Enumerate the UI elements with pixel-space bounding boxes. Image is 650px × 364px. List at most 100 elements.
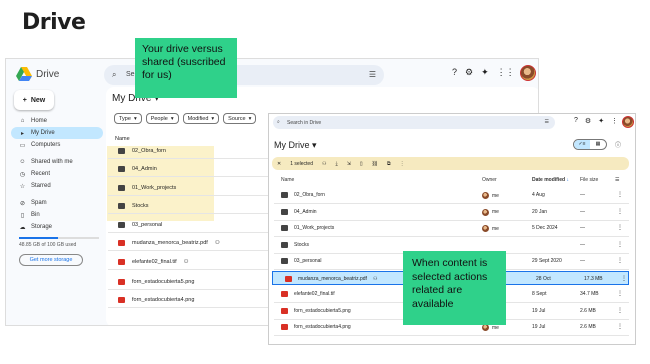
more-icon[interactable]: ⋮ [617, 224, 623, 231]
table-row[interactable]: Stocks — ⋮ [269, 238, 635, 252]
sidebar-item-my-drive[interactable]: ▸ My Drive [11, 127, 103, 139]
file-name: 04_Admin [294, 208, 317, 215]
sidebar-item-computers[interactable]: ▭ Computers [11, 139, 103, 151]
table-row[interactable]: 04_Admin me 20 Jan — ⋮ [269, 205, 635, 219]
list-item[interactable]: 02_Obra_forn [118, 146, 166, 156]
more-icon[interactable]: ⋮ [617, 208, 623, 215]
sidebar-item-label: Starred [31, 183, 51, 189]
filter-people[interactable]: People ▾ [145, 113, 179, 124]
settings-icon[interactable]: ⚙ [585, 117, 591, 125]
shared-folder-icon [281, 241, 288, 248]
help-icon[interactable]: ? [452, 67, 457, 78]
header-size[interactable]: File size [580, 177, 598, 183]
selected-count: 1 selected [290, 160, 313, 167]
header-date[interactable]: Date modified ↓ [532, 177, 569, 183]
sidebar-item-label: Bin [31, 212, 40, 218]
more-icon[interactable]: ⋮ [617, 191, 623, 198]
bin-icon: ▯ [20, 212, 25, 219]
share-icon[interactable]: ⚇ [322, 161, 326, 167]
row-name: mudanza_menorca_beatriz.pdf ⚇ [285, 275, 377, 282]
more-icon[interactable]: ⋮ [617, 307, 623, 314]
selection-toolbar: ✕ 1 selected ⚇ ⤓ ⇲ ▯ ⛓ ⧉ ⋮ [272, 157, 629, 170]
home-icon: ⌂ [20, 118, 25, 124]
close-icon[interactable]: ✕ [277, 161, 281, 167]
apps-icon[interactable]: ⋮ [611, 117, 618, 125]
column-header-name[interactable]: Name [115, 136, 130, 142]
info-icon[interactable]: ⓘ [615, 140, 621, 149]
table-row[interactable]: 01_Work_projects me 5 Dec 2024 — ⋮ [269, 221, 635, 235]
sidebar-item-recent[interactable]: ◷ Recent [11, 168, 103, 180]
row-date: 29 Sept 2020 [532, 258, 562, 264]
more-icon[interactable]: ⋮ [621, 275, 627, 282]
download-icon[interactable]: ⤓ [335, 161, 337, 167]
list-item[interactable]: 03_personal [118, 220, 162, 230]
gemini-icon[interactable]: ✦ [481, 67, 489, 78]
list-item[interactable]: elefante02_final.tif ⚇ [118, 257, 189, 267]
page-title[interactable]: My Drive ▾ [274, 140, 317, 151]
list-item[interactable]: forn_estadocubierta5.png [118, 277, 194, 287]
apps-icon[interactable]: ⋮⋮ [497, 67, 515, 78]
avatar[interactable] [622, 116, 634, 128]
clock-icon: ◷ [19, 171, 26, 178]
sidebar-item-label: Recent [31, 171, 51, 177]
folder-icon [281, 258, 288, 264]
link-icon[interactable]: ⛓ [372, 161, 378, 167]
annotation-selected: When content is selected actions related… [403, 251, 506, 325]
list-item[interactable]: forn_estadocubierta4.png [118, 295, 194, 305]
sidebar-item-bin[interactable]: ▯ Bin [11, 209, 103, 221]
list-item[interactable]: 04_Admin [118, 164, 157, 174]
avatar[interactable] [520, 65, 536, 81]
file-name: 04_Admin [132, 166, 157, 172]
header-owner[interactable]: Owner [482, 177, 497, 183]
open-icon[interactable]: ⧉ [387, 161, 391, 167]
drive-icon: ▸ [20, 130, 24, 137]
folder-icon [281, 208, 288, 215]
sidebar-item-label: Home [31, 118, 48, 124]
header-name[interactable]: Name [281, 177, 294, 183]
view-toggle[interactable]: ✓≡▦ [573, 139, 607, 150]
sidebar-item-spam[interactable]: ⊘ Spam [11, 197, 103, 209]
new-button[interactable]: + New [14, 90, 54, 110]
help-icon[interactable]: ? [574, 117, 578, 125]
more-icon[interactable]: ⋮ [617, 241, 623, 248]
move-icon[interactable]: ⇲ [347, 161, 351, 167]
new-button-label: New [30, 96, 46, 104]
filter-icon[interactable]: ☰ [369, 70, 376, 79]
filter-source[interactable]: Source ▾ [223, 113, 257, 124]
search-placeholder: Search in Drive [287, 120, 322, 126]
list-view-icon[interactable]: ✓≡ [574, 140, 590, 149]
image-icon [118, 259, 125, 265]
sort-icon[interactable]: ☰ [615, 177, 619, 183]
get-more-storage-button[interactable]: Get more storage [19, 254, 83, 266]
sidebar-item-storage[interactable]: ☁ Storage [11, 221, 103, 233]
row-divider [274, 335, 629, 336]
more-icon[interactable]: ⋮ [617, 290, 623, 297]
sidebar-item-label: Shared with me [31, 159, 73, 165]
grid-view-icon[interactable]: ▦ [590, 140, 606, 149]
more-icon[interactable]: ⋮ [617, 257, 623, 264]
filter-icon[interactable]: ☰ [545, 119, 549, 125]
plus-icon: + [22, 96, 27, 104]
sidebar-item-home[interactable]: ⌂ Home [11, 115, 103, 127]
top-icons: ? ⚙ ✦ ⋮⋮ [452, 67, 515, 78]
table-row[interactable]: 02_Obra_forn me 4 Aug — ⋮ [269, 188, 635, 202]
owner-label: me [492, 225, 499, 232]
folder-icon [118, 166, 125, 172]
gemini-icon[interactable]: ✦ [598, 117, 604, 125]
filter-modified[interactable]: Modified ▾ [182, 113, 220, 124]
sidebar-item-starred[interactable]: ☆ Starred [11, 180, 103, 192]
app-name: Drive [36, 69, 60, 80]
settings-icon[interactable]: ⚙ [465, 67, 473, 78]
filter-type[interactable]: Type ▾ [114, 113, 142, 124]
search-input[interactable]: ⌕ Search in Drive ☰ [273, 116, 555, 129]
list-item[interactable]: 01_Work_projects [118, 183, 176, 193]
more-icon[interactable]: ⋮ [617, 323, 623, 330]
list-item[interactable]: Stocks [118, 201, 149, 211]
file-name: forn_estadocubierta5.png [294, 307, 351, 314]
delete-icon[interactable]: ▯ [360, 161, 363, 167]
sidebar-item-shared[interactable]: ☺ Shared with me [11, 156, 103, 168]
row-owner: me [482, 225, 499, 232]
more-icon[interactable]: ⋮ [400, 161, 405, 167]
list-item[interactable]: mudanza_menorca_beatriz.pdf ⚇ [118, 238, 220, 248]
spam-icon: ⊘ [19, 200, 26, 207]
